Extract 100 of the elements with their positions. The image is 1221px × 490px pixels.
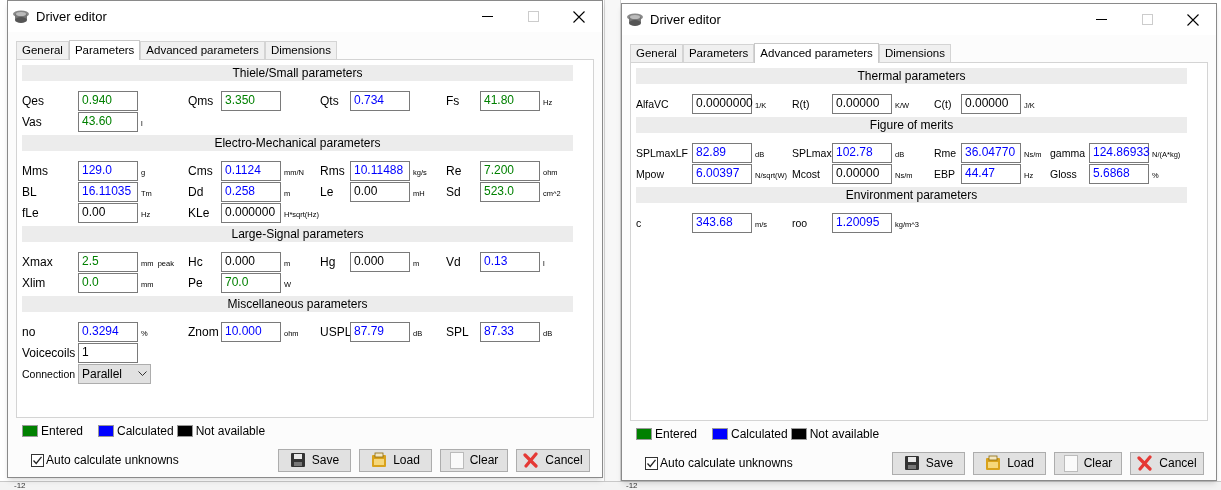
input-field[interactable]: 0.00 bbox=[78, 203, 138, 223]
dropdown[interactable]: Parallel bbox=[78, 364, 151, 384]
dialog-button[interactable]: Clear bbox=[1054, 451, 1122, 475]
field-label: gamma bbox=[1050, 147, 1086, 159]
close-icon bbox=[573, 10, 585, 23]
dialog-button[interactable]: Cancel bbox=[1130, 451, 1204, 475]
field-label: R(t) bbox=[792, 98, 811, 110]
field-label: AlfaVC bbox=[636, 98, 670, 110]
dialog-button[interactable]: Save bbox=[892, 451, 965, 475]
input-field[interactable]: 0.000 bbox=[221, 252, 281, 272]
input-field[interactable]: 0.00 bbox=[350, 182, 410, 202]
input-field[interactable]: 0.0000000 bbox=[692, 94, 752, 114]
row-label: -12 bbox=[626, 481, 638, 490]
field-label: USPL bbox=[320, 326, 350, 338]
speaker-icon bbox=[626, 12, 644, 27]
input-field[interactable]: 6.00397 bbox=[692, 164, 752, 184]
checkbox-label: Auto calculate unknowns bbox=[660, 455, 793, 472]
tab[interactable]: General bbox=[16, 41, 69, 59]
input-field[interactable]: 7.200 bbox=[480, 161, 540, 181]
input-field[interactable]: 3.350 bbox=[221, 91, 281, 111]
input-field[interactable]: 41.80 bbox=[480, 91, 540, 111]
row-label: -12 bbox=[14, 481, 26, 490]
input-field[interactable]: 0.00000 bbox=[832, 164, 892, 184]
legend-label: Entered bbox=[41, 423, 84, 440]
maximize-icon bbox=[527, 11, 539, 22]
input-field[interactable]: 10.11488 bbox=[350, 161, 410, 181]
tab[interactable]: Dimensions bbox=[264, 41, 337, 59]
input-field[interactable]: 124.86933 bbox=[1089, 143, 1149, 163]
window-title: Driver editor bbox=[650, 10, 722, 29]
section-header: Figure of merits bbox=[636, 117, 1187, 133]
input-field[interactable]: 87.79 bbox=[350, 322, 410, 342]
speaker-icon bbox=[12, 9, 30, 24]
field-label: Rme bbox=[934, 147, 958, 159]
close-icon bbox=[523, 452, 540, 468]
field-label: Re bbox=[446, 165, 463, 177]
field-label: SPLmax bbox=[792, 147, 832, 159]
input-field[interactable]: 102.78 bbox=[832, 143, 892, 163]
input-field[interactable]: 1.20095 bbox=[832, 213, 892, 233]
input-field[interactable]: 0.0 bbox=[78, 273, 138, 293]
input-field[interactable]: 82.89 bbox=[692, 143, 752, 163]
input-field[interactable]: 36.04770 bbox=[961, 143, 1021, 163]
tab[interactable]: Advanced parameters bbox=[140, 41, 265, 59]
input-field[interactable]: 10.000 bbox=[221, 322, 281, 342]
checkbox[interactable] bbox=[645, 456, 658, 470]
input-field[interactable]: 87.33 bbox=[480, 322, 540, 342]
minimize-icon bbox=[1095, 19, 1107, 20]
field-label: SPL bbox=[446, 326, 470, 338]
input-field[interactable]: 44.47 bbox=[961, 164, 1021, 184]
close-icon bbox=[1187, 13, 1199, 26]
clipboard-icon bbox=[985, 455, 1002, 471]
input-field[interactable]: 0.00000 bbox=[961, 94, 1021, 114]
input-field[interactable]: 0.1124 bbox=[221, 161, 281, 181]
section-header: Miscellaneous parameters bbox=[22, 296, 573, 312]
field-label: Cms bbox=[188, 165, 214, 177]
input-field[interactable]: 523.0 bbox=[480, 182, 540, 202]
dialog-button[interactable]: Clear bbox=[440, 448, 508, 472]
input-field[interactable]: 0.00000 bbox=[832, 94, 892, 114]
field-label: no bbox=[22, 326, 37, 338]
input-field[interactable]: 1 bbox=[78, 343, 138, 363]
input-field[interactable]: 70.0 bbox=[221, 273, 281, 293]
legend-label: Not available bbox=[195, 423, 266, 440]
input-field[interactable]: 0.000000 bbox=[221, 203, 281, 223]
field-label: fLe bbox=[22, 207, 40, 219]
checkbox[interactable] bbox=[31, 453, 44, 467]
tab[interactable]: Parameters bbox=[68, 40, 141, 60]
input-field[interactable]: 0.734 bbox=[350, 91, 410, 111]
field-label: Xlim bbox=[22, 277, 47, 289]
field-label: Rms bbox=[320, 165, 346, 177]
tab[interactable]: General bbox=[630, 44, 683, 62]
input-field[interactable]: 5.6868 bbox=[1089, 164, 1149, 184]
tab[interactable]: Parameters bbox=[682, 44, 755, 62]
input-field[interactable]: 0.258 bbox=[221, 182, 281, 202]
field-label: Hg bbox=[320, 256, 337, 268]
input-field[interactable]: 0.13 bbox=[480, 252, 540, 272]
input-field[interactable]: 0.3294 bbox=[78, 322, 138, 342]
field-label: SPLmaxLF bbox=[636, 147, 689, 159]
input-field[interactable]: 2.5 bbox=[78, 252, 138, 272]
field-label: Vas bbox=[22, 116, 43, 128]
input-field[interactable]: 343.68 bbox=[692, 213, 752, 233]
dialog-button[interactable]: Load bbox=[359, 448, 432, 472]
field-label: C(t) bbox=[934, 98, 953, 110]
field-label: BL bbox=[22, 186, 38, 198]
field-label: Qts bbox=[320, 95, 340, 107]
tab[interactable]: Dimensions bbox=[878, 44, 951, 62]
legend-label: Entered bbox=[655, 426, 698, 443]
input-field[interactable]: 43.60 bbox=[78, 112, 138, 132]
tab[interactable]: Advanced parameters bbox=[754, 43, 879, 63]
field-label: Mpow bbox=[636, 168, 665, 180]
field-label: KLe bbox=[188, 207, 211, 219]
field-label: Sd bbox=[446, 186, 462, 198]
dialog-button[interactable]: Load bbox=[973, 451, 1046, 475]
dialog-button[interactable]: Cancel bbox=[516, 448, 590, 472]
input-field[interactable]: 129.0 bbox=[78, 161, 138, 181]
input-field[interactable]: 0.940 bbox=[78, 91, 138, 111]
field-label: Le bbox=[320, 186, 335, 198]
dialog-button[interactable]: Save bbox=[278, 448, 351, 472]
input-field[interactable]: 0.000 bbox=[350, 252, 410, 272]
field-label: Xmax bbox=[22, 256, 54, 268]
field-label: Mcost bbox=[792, 168, 821, 180]
input-field[interactable]: 16.11035 bbox=[78, 182, 138, 202]
